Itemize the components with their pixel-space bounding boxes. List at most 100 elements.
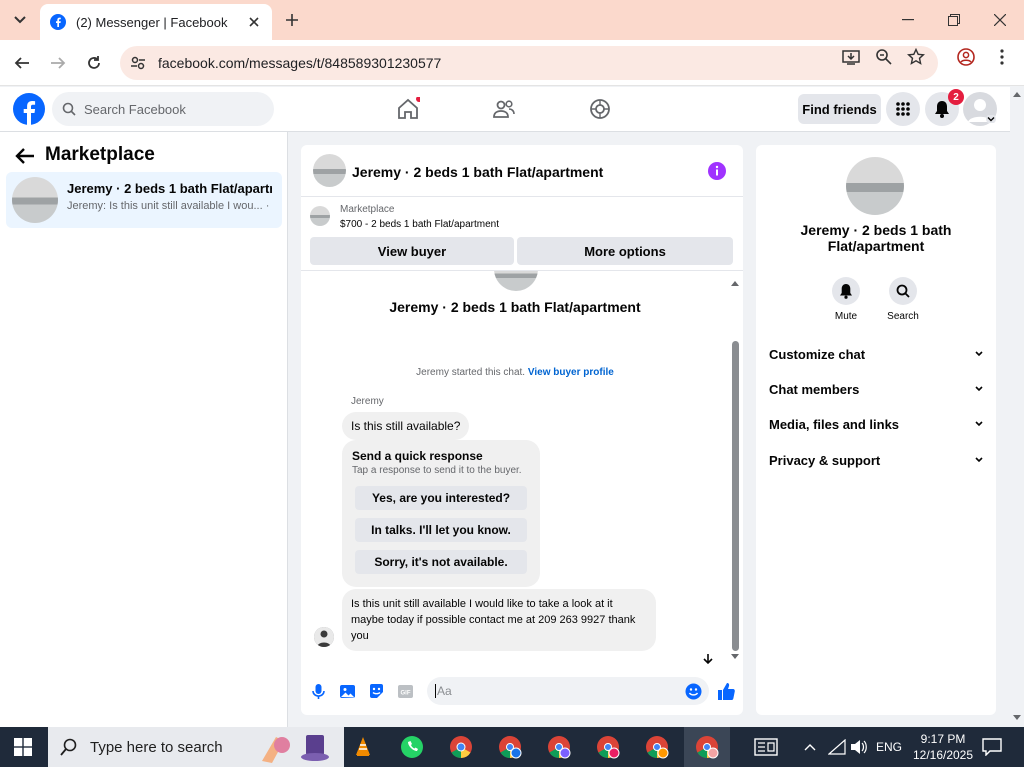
marketplace-title: Marketplace — [45, 144, 155, 165]
search-placeholder: Search Facebook — [84, 101, 186, 117]
search-icon — [60, 738, 77, 756]
sticker-icon[interactable] — [368, 683, 385, 700]
chrome-profile-icon[interactable] — [596, 735, 620, 759]
volume-icon[interactable] — [850, 727, 868, 767]
search-highlight-illustration-icon — [262, 735, 329, 763]
restore-icon[interactable] — [944, 10, 964, 30]
home-icon[interactable] — [396, 97, 420, 121]
new-tab-icon[interactable] — [282, 10, 302, 30]
address-bar-row: facebook.com/messages/t/848589301230577 — [0, 40, 1024, 86]
network-icon[interactable] — [828, 727, 846, 767]
section-label: Media, files and links — [769, 416, 900, 432]
kebab-menu-icon[interactable] — [993, 48, 1011, 66]
whatsapp-icon[interactable] — [400, 735, 424, 759]
menu-grid-icon[interactable] — [886, 92, 920, 126]
search-label: Search — [887, 311, 919, 322]
quick-response-option[interactable]: Yes, are you interested? — [355, 486, 527, 510]
chrome-profile-icon[interactable] — [547, 735, 571, 759]
taskbar-clock[interactable]: 9:17 PM 12/16/2025 — [912, 731, 974, 763]
search-icon — [62, 102, 76, 116]
photo-icon[interactable] — [339, 683, 356, 700]
gaming-icon[interactable] — [588, 97, 612, 121]
chrome-active-icon[interactable] — [695, 735, 719, 759]
quick-response-subtext: Tap a response to send it to the buyer. — [352, 465, 522, 476]
quick-response-option[interactable]: Sorry, it's not available. — [355, 550, 527, 574]
scrollbar-thumb[interactable] — [732, 341, 739, 651]
site-settings-icon[interactable] — [130, 55, 146, 71]
chrome-profile-icon[interactable] — [498, 735, 522, 759]
mute-label: Mute — [834, 311, 858, 322]
profile-icon[interactable] — [957, 48, 975, 66]
scroll-down-arrow-icon[interactable] — [731, 654, 739, 660]
windows-start-icon[interactable] — [14, 738, 32, 756]
chat-name-heading: Jeremy · 2 beds 1 bath Flat/apartment — [389, 299, 641, 315]
chat-title[interactable]: Jeremy · 2 beds 1 bath Flat/apartment — [352, 164, 603, 180]
tab-close-icon[interactable] — [246, 14, 262, 30]
media-files-links-row[interactable]: Media, files and links — [769, 412, 983, 436]
privacy-support-row[interactable]: Privacy & support — [769, 448, 983, 472]
marketplace-listing-bar[interactable]: Marketplace $700 - 2 beds 1 bath Flat/ap… — [301, 198, 743, 234]
view-buyer-button[interactable]: View buyer — [310, 237, 514, 265]
omnibox[interactable]: facebook.com/messages/t/848589301230577 — [120, 46, 938, 80]
chat-panel: Jeremy · 2 beds 1 bath Flat/apartment Ma… — [301, 145, 743, 715]
mute-action[interactable]: Mute — [826, 277, 866, 322]
friends-icon[interactable] — [492, 97, 516, 121]
back-arrow-icon[interactable] — [14, 145, 36, 167]
listing-thumbnail — [310, 206, 330, 226]
show-hidden-icons-chevron-icon[interactable] — [804, 727, 816, 767]
microphone-icon[interactable] — [310, 683, 327, 700]
message-composer: GIF Aa — [301, 675, 743, 707]
bookmark-star-icon[interactable] — [907, 48, 925, 66]
view-buyer-profile-link[interactable]: View buyer profile — [528, 367, 614, 378]
facebook-logo-icon[interactable] — [13, 93, 45, 125]
language-indicator[interactable]: ENG — [876, 727, 902, 767]
section-label: Privacy & support — [769, 452, 881, 468]
search-icon — [889, 277, 917, 305]
vlc-icon[interactable] — [351, 735, 375, 759]
find-friends-button[interactable]: Find friends — [798, 94, 881, 124]
like-thumb-icon[interactable] — [716, 681, 736, 701]
marketplace-sidebar: Marketplace Jeremy · 2 beds 1 bath Flat/… — [0, 132, 288, 727]
emoji-icon[interactable] — [685, 683, 702, 700]
back-icon[interactable] — [11, 52, 33, 74]
more-options-button[interactable]: More options — [517, 237, 733, 265]
taskbar-search-box[interactable]: Type here to search — [48, 727, 344, 767]
page-scrollbar[interactable] — [1010, 87, 1024, 727]
facebook-search-input[interactable]: Search Facebook — [52, 92, 274, 126]
reload-icon[interactable] — [83, 52, 105, 74]
account-chevron-icon[interactable] — [986, 115, 996, 123]
close-window-icon[interactable] — [990, 10, 1010, 30]
taskbar-search-placeholder: Type here to search — [90, 738, 223, 756]
quick-response-option[interactable]: In talks. I'll let you know. — [355, 518, 527, 542]
notification-badge: 2 — [948, 89, 964, 105]
message-input[interactable]: Aa — [427, 677, 709, 705]
gif-icon[interactable]: GIF — [397, 683, 414, 700]
news-widget-icon[interactable] — [754, 727, 778, 767]
url-text: facebook.com/messages/t/848589301230577 — [158, 55, 442, 71]
chat-avatar[interactable] — [313, 154, 346, 187]
text-cursor — [435, 684, 436, 698]
marketplace-label: Marketplace — [340, 204, 395, 215]
mute-bell-icon — [832, 277, 860, 305]
tab-search-chevron-icon[interactable] — [8, 8, 32, 32]
browser-tab[interactable]: (2) Messenger | Facebook — [40, 4, 272, 40]
sender-avatar[interactable] — [314, 627, 334, 647]
chevron-down-icon — [975, 386, 983, 392]
contact-avatar[interactable] — [846, 157, 904, 215]
scroll-to-bottom-icon[interactable] — [702, 653, 714, 665]
chat-members-row[interactable]: Chat members — [769, 377, 983, 401]
zoom-icon[interactable] — [875, 48, 893, 66]
chrome-icon[interactable] — [449, 735, 473, 759]
conversation-list-item[interactable]: Jeremy · 2 beds 1 bath Flat/apartm... Je… — [6, 172, 282, 228]
search-action[interactable]: Search — [883, 277, 923, 322]
minimize-icon[interactable] — [898, 10, 918, 30]
install-app-icon[interactable] — [842, 48, 860, 66]
customize-chat-row[interactable]: Customize chat — [769, 342, 983, 366]
chrome-profile-icon[interactable] — [645, 735, 669, 759]
section-label: Customize chat — [769, 346, 866, 362]
quick-response-heading: Send a quick response — [352, 449, 483, 463]
info-icon[interactable] — [708, 162, 726, 180]
chat-started-notice: Jeremy started this chat. View buyer pro… — [301, 367, 729, 378]
forward-icon[interactable] — [47, 52, 69, 74]
notification-center-icon[interactable] — [982, 727, 1002, 767]
